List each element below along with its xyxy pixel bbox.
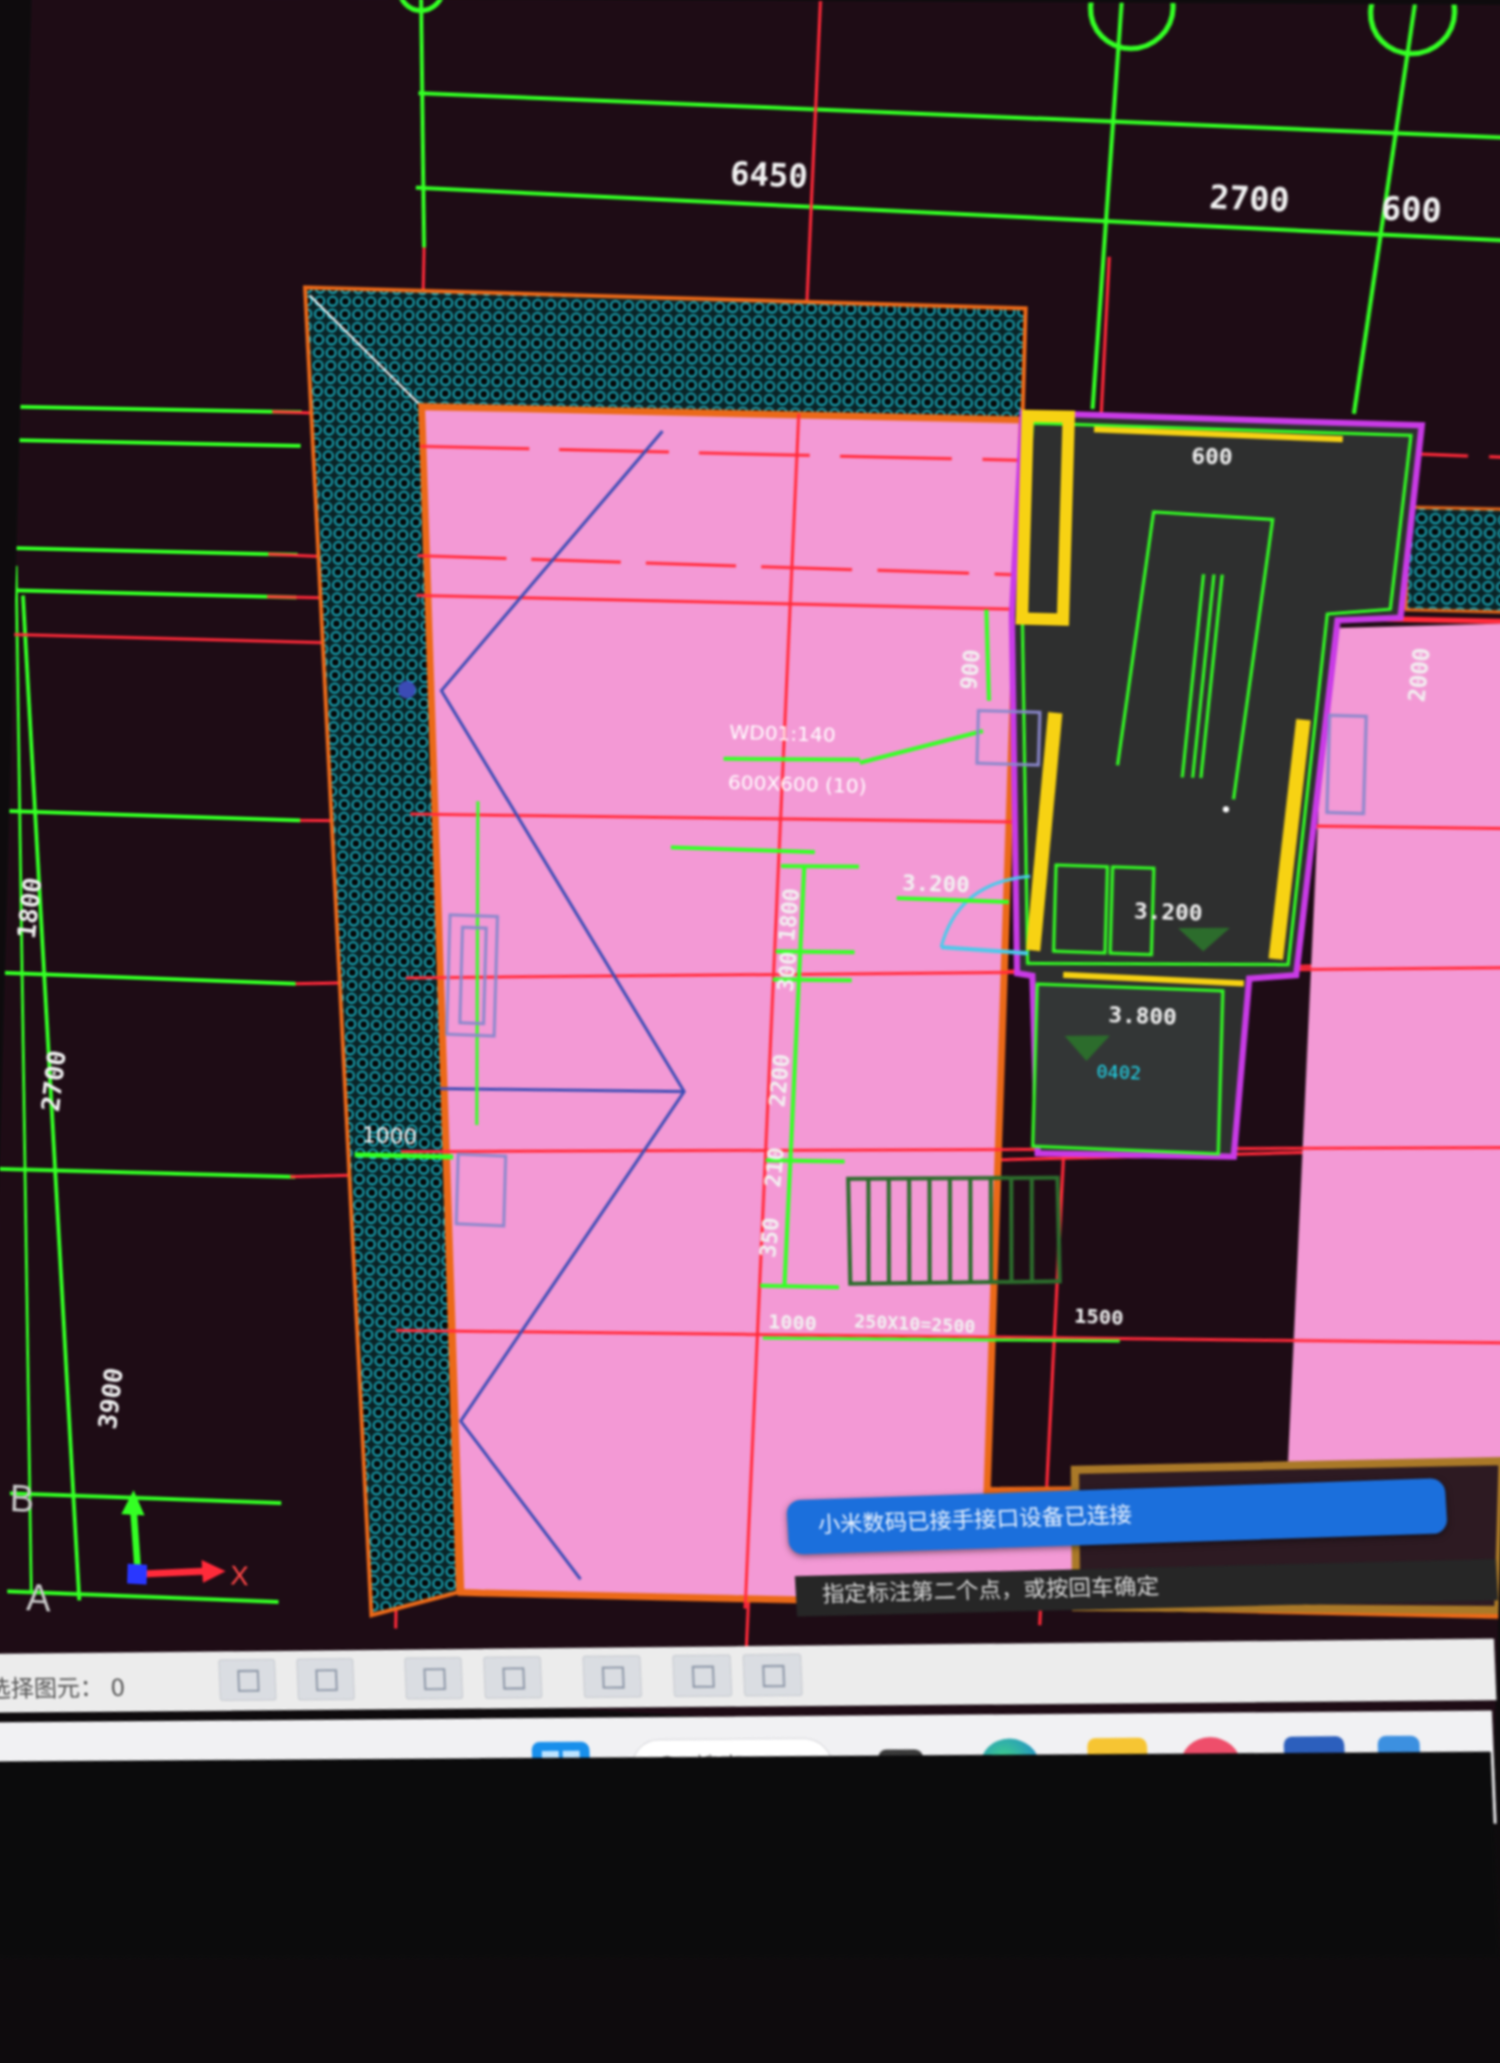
toast-text: 小米数码已接手接口设备已连接 xyxy=(817,1502,1133,1539)
dim-bottom-2: 1500 xyxy=(1074,1304,1124,1330)
hatched-wall-right xyxy=(1406,507,1500,613)
ucs-icon: X xyxy=(119,1489,249,1592)
elev-label-2: 3.800 xyxy=(1108,1003,1177,1031)
dim-top-2: 600 xyxy=(1380,191,1443,231)
ucs-x-label: X xyxy=(230,1559,249,1591)
dim-top-1: 2700 xyxy=(1208,179,1290,220)
dim-vertical-right: 2000 xyxy=(1404,647,1436,704)
command-line-text: 指定标注第二个点，或按回车确定 xyxy=(821,1574,1160,1608)
dim-bottom-0: 1000 xyxy=(768,1310,817,1336)
window-select-button[interactable] xyxy=(296,1658,355,1701)
status-selection-count: 选择图元： 0 xyxy=(0,1674,126,1703)
line-tool-button[interactable] xyxy=(483,1656,543,1699)
stair-top-code: 600 xyxy=(1191,444,1233,471)
dim-inner-1: 1800 xyxy=(775,887,806,943)
leader-text-1: WD01:140 xyxy=(729,721,836,747)
angle-tool-button[interactable] xyxy=(742,1653,803,1697)
snap-tool-button[interactable] xyxy=(672,1654,733,1698)
leader-text-2: 600X600 (10) xyxy=(728,771,867,799)
dim-inner-2: 300 xyxy=(773,950,802,992)
dim-top-0: 6450 xyxy=(729,156,809,196)
dim-inner-4: 210 xyxy=(761,1146,790,1189)
width-marker-text: 1000 xyxy=(362,1123,418,1150)
dim-left-2: 3900 xyxy=(94,1366,130,1431)
room-code: 0402 xyxy=(1096,1061,1141,1084)
axis-label-a: A xyxy=(26,1576,52,1619)
elev-label-0: 3.200 xyxy=(902,871,970,899)
select-tool-button[interactable] xyxy=(218,1658,277,1701)
elev-label-1: 3.200 xyxy=(1134,899,1203,927)
dim-inner-5: 350 xyxy=(756,1216,785,1259)
axis-label-b: B xyxy=(9,1477,34,1520)
axis-bubble-1 xyxy=(1089,0,1174,49)
measure-tool-button[interactable] xyxy=(582,1655,643,1698)
cross-select-button[interactable] xyxy=(404,1657,464,1700)
dim-left-1: 2700 xyxy=(37,1049,73,1114)
dim-inner-3: 2200 xyxy=(765,1053,796,1109)
dim-inner-0: 900 xyxy=(956,648,986,690)
monitor-screen: 6450 2700 600 1800 2700 3900 900 1800 30… xyxy=(0,0,1500,2062)
monitor-bezel xyxy=(0,1751,1500,1958)
